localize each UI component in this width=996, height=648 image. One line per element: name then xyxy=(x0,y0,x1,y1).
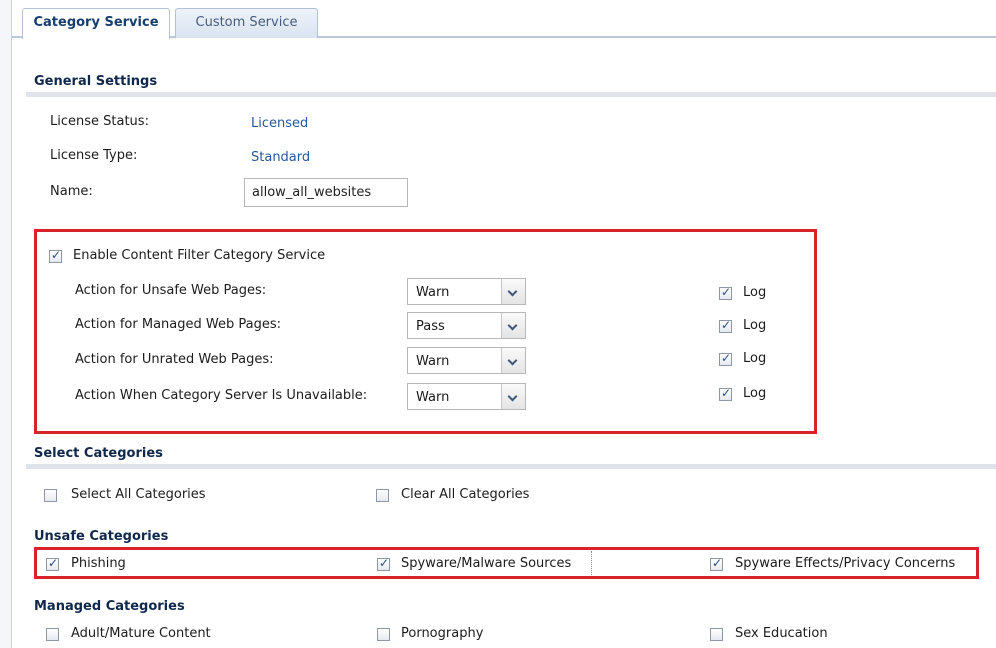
unsafe-action-label: Action for Unsafe Web Pages: xyxy=(75,283,267,298)
unsafe-action-value: Warn xyxy=(416,285,450,300)
server-unavailable-action-value: Warn xyxy=(416,390,450,405)
chevron-down-icon[interactable] xyxy=(501,313,525,338)
managed-log-checkbox[interactable] xyxy=(719,318,732,333)
clear-all-categories-checkbox[interactable] xyxy=(376,489,389,502)
server-unavailable-action-label: Action When Category Server Is Unavailab… xyxy=(75,388,368,403)
managed-categories-title: Managed Categories xyxy=(34,599,185,614)
adult-mature-content-checkbox[interactable] xyxy=(46,628,59,641)
unsafe-categories-title: Unsafe Categories xyxy=(34,529,169,544)
sex-education-checkbox[interactable] xyxy=(710,628,723,641)
focus-separator xyxy=(591,551,592,575)
unrated-action-select[interactable]: Warn xyxy=(407,347,526,374)
unrated-action-value: Warn xyxy=(416,354,450,369)
tab-strip: Category Service Custom Service xyxy=(12,0,996,39)
managed-action-label: Action for Managed Web Pages: xyxy=(75,317,281,332)
select-all-categories-checkbox[interactable] xyxy=(44,489,57,502)
server-unavailable-log-checkbox[interactable] xyxy=(719,386,732,401)
unrated-action-label: Action for Unrated Web Pages: xyxy=(75,352,274,367)
enable-category-service-checkbox[interactable] xyxy=(49,248,62,263)
managed-action-select[interactable]: Pass xyxy=(407,312,526,339)
chevron-down-icon[interactable] xyxy=(501,348,525,373)
server-unavailable-log-label: Log xyxy=(743,386,767,401)
name-label: Name: xyxy=(50,184,93,199)
unsafe-action-select[interactable]: Warn xyxy=(407,278,526,305)
general-settings-divider xyxy=(26,92,996,97)
unrated-log-checkbox[interactable] xyxy=(719,351,732,366)
phishing-checkbox[interactable] xyxy=(46,556,59,571)
left-frame-border xyxy=(0,0,12,648)
spyware-effects-label: Spyware Effects/Privacy Concerns xyxy=(735,556,956,571)
select-categories-title: Select Categories xyxy=(34,446,163,461)
unrated-log-label: Log xyxy=(743,351,767,366)
enable-category-service-label: Enable Content Filter Category Service xyxy=(73,248,326,263)
spyware-effects-checkbox[interactable] xyxy=(710,556,723,571)
unsafe-log-checkbox[interactable] xyxy=(719,285,732,300)
select-categories-divider xyxy=(26,464,996,469)
adult-mature-content-label: Adult/Mature Content xyxy=(71,626,211,641)
tab-custom-service[interactable]: Custom Service xyxy=(175,8,318,38)
managed-action-value: Pass xyxy=(416,319,445,334)
server-unavailable-action-select[interactable]: Warn xyxy=(407,383,526,410)
phishing-label: Phishing xyxy=(71,556,126,571)
chevron-down-icon[interactable] xyxy=(501,279,525,304)
clear-all-categories-label: Clear All Categories xyxy=(401,487,530,502)
license-status-label: License Status: xyxy=(50,114,149,129)
sex-education-label: Sex Education xyxy=(735,626,828,641)
managed-log-label: Log xyxy=(743,318,767,333)
name-input[interactable] xyxy=(244,178,408,207)
select-all-categories-label: Select All Categories xyxy=(71,487,206,502)
license-type-label: License Type: xyxy=(50,148,138,163)
pornography-label: Pornography xyxy=(401,626,484,641)
license-type-value: Standard xyxy=(251,150,311,165)
pornography-checkbox[interactable] xyxy=(377,628,390,641)
chevron-down-icon[interactable] xyxy=(501,384,525,409)
general-settings-title: General Settings xyxy=(34,74,158,89)
license-status-value: Licensed xyxy=(251,116,309,131)
unsafe-log-label: Log xyxy=(743,285,767,300)
tab-category-service[interactable]: Category Service xyxy=(22,8,170,39)
spyware-malware-sources-checkbox[interactable] xyxy=(377,556,390,571)
spyware-malware-sources-label: Spyware/Malware Sources xyxy=(401,556,572,571)
